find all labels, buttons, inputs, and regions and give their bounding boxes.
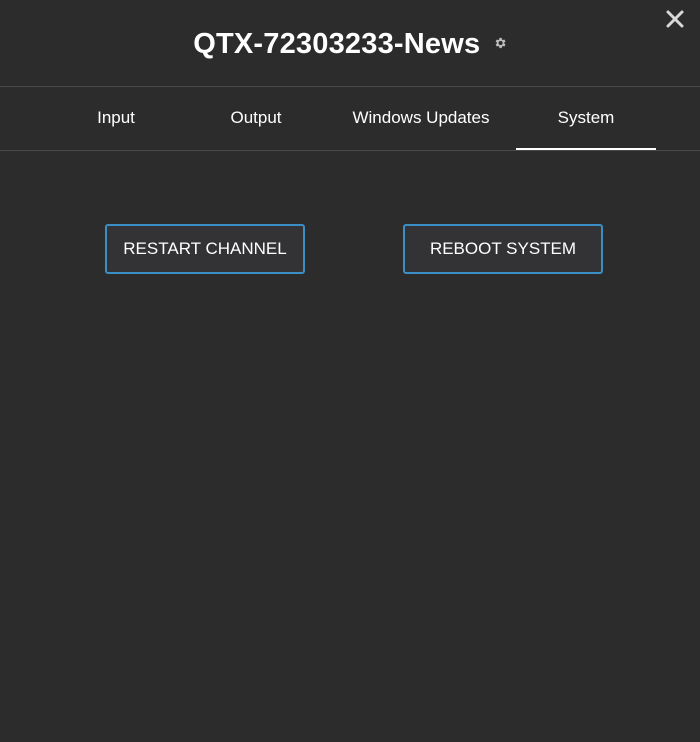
- tab-system[interactable]: System: [516, 87, 656, 150]
- title-row: QTX-72303233-News: [0, 28, 700, 61]
- dialog-title: QTX-72303233-News: [193, 28, 481, 60]
- tab-windows-updates[interactable]: Windows Updates: [326, 87, 516, 150]
- tab-input[interactable]: Input: [46, 87, 186, 150]
- reboot-system-button[interactable]: REBOOT SYSTEM: [403, 224, 603, 274]
- tab-output[interactable]: Output: [186, 87, 326, 150]
- close-icon[interactable]: [665, 9, 685, 29]
- dialog-header: QTX-72303233-News: [0, 0, 700, 87]
- settings-dialog: QTX-72303233-News Input Output Windows U…: [0, 0, 700, 742]
- gear-icon[interactable]: [493, 36, 507, 50]
- restart-channel-button[interactable]: RESTART CHANNEL: [105, 224, 305, 274]
- tab-bar: Input Output Windows Updates System: [0, 87, 700, 151]
